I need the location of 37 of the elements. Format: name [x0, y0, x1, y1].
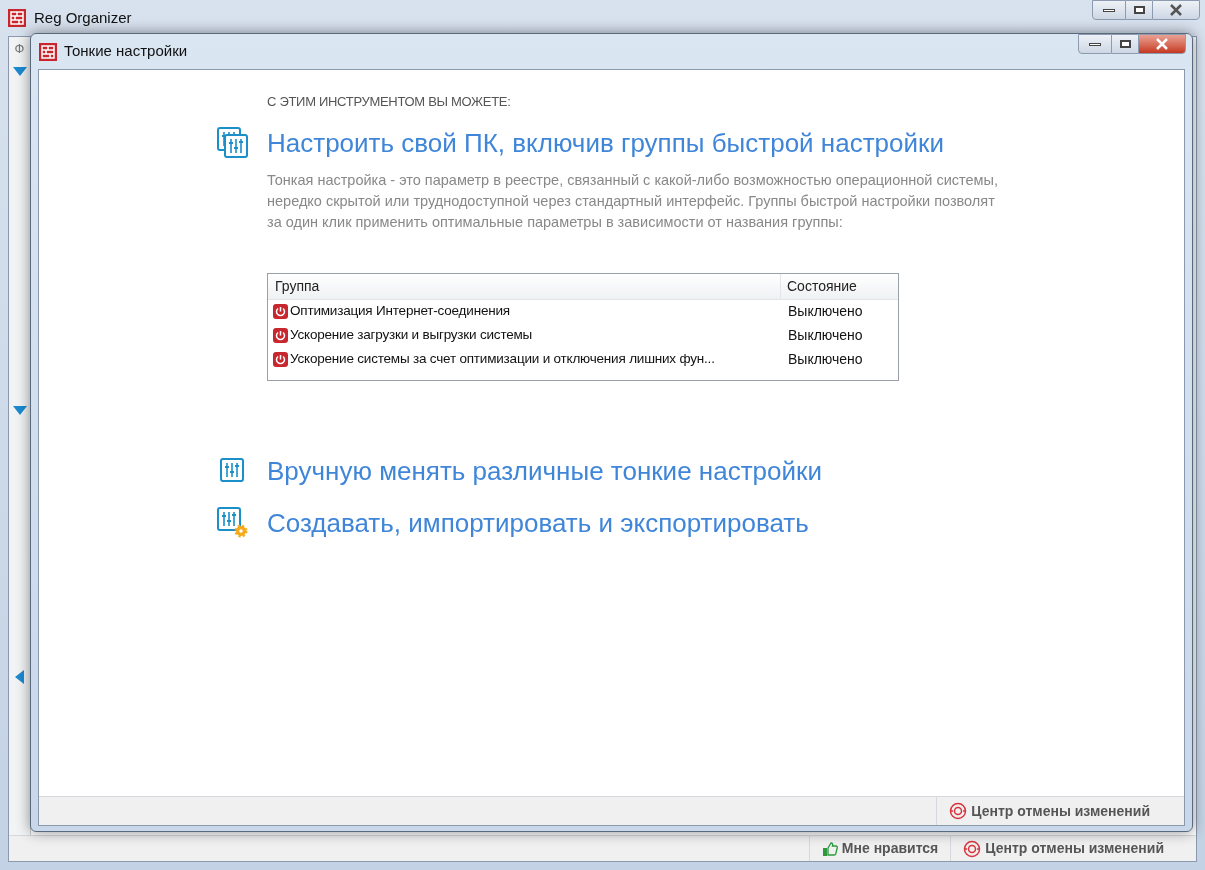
like-button[interactable]: Мне нравится — [808, 836, 951, 861]
group-state: Выключено — [787, 326, 864, 345]
app-icon — [8, 9, 26, 27]
intro-label: С ЭТИМ ИНСТРУМЕНТОМ ВЫ МОЖЕТЕ: — [266, 93, 512, 111]
sliders-stack-icon — [217, 126, 249, 159]
close-icon — [1155, 38, 1169, 50]
group-name: Оптимизация Интернет-соединения — [290, 302, 510, 321]
option-description: Тонкая настройка - это параметр в реестре, связанный с какой-либо возможностью операционной системы, нередко скрытой или труднодоступной через стандартный интерфейс. Группы быстрой настройки позволят за один клик применить оптимальные параметры в зависимости от названия группы: — [266, 170, 999, 232]
group-state: Выключено — [787, 302, 864, 321]
minimize-button[interactable] — [1092, 0, 1126, 20]
group-state: Выключено — [787, 350, 864, 369]
sliders-gear-icon — [217, 506, 249, 539]
column-header[interactable]: Группа — [268, 273, 781, 299]
option-link[interactable]: Настроить свой ПК, включив группы быстрой настройки — [267, 125, 944, 160]
collapse-icon[interactable] — [12, 66, 27, 76]
close-button[interactable] — [1152, 0, 1200, 20]
option-link[interactable]: Создавать, импортировать и экспортировать — [267, 505, 809, 540]
undo-center-button[interactable]: Центр отмены изменений — [950, 836, 1176, 861]
minimize-button[interactable] — [1078, 34, 1112, 54]
close-button[interactable] — [1138, 34, 1186, 54]
close-icon — [1169, 4, 1183, 16]
collapse-icon[interactable] — [12, 405, 27, 415]
app-icon — [39, 42, 57, 61]
window-title: Reg Organizer — [34, 7, 132, 28]
thumbs-up-icon — [821, 840, 838, 857]
dialog-title: Тонкие настройки — [64, 41, 188, 62]
maximize-button[interactable] — [1112, 34, 1138, 54]
maximize-button[interactable] — [1126, 0, 1152, 20]
undo-target-icon — [963, 839, 982, 858]
expand-left-icon[interactable] — [15, 669, 24, 684]
menu-item[interactable]: Ф — [14, 39, 25, 59]
undo-target-icon — [949, 802, 968, 820]
column-header[interactable]: Состояние — [781, 273, 898, 299]
option-link[interactable]: Вручную менять различные тонкие настройки — [267, 453, 822, 488]
group-name: Ускорение загрузки и выгрузки системы — [290, 326, 533, 345]
group-name: Ускорение системы за счет оптимизации и отключения лишних фун... — [290, 350, 715, 369]
undo-center-button[interactable]: Центр отмены изменений — [936, 797, 1162, 825]
